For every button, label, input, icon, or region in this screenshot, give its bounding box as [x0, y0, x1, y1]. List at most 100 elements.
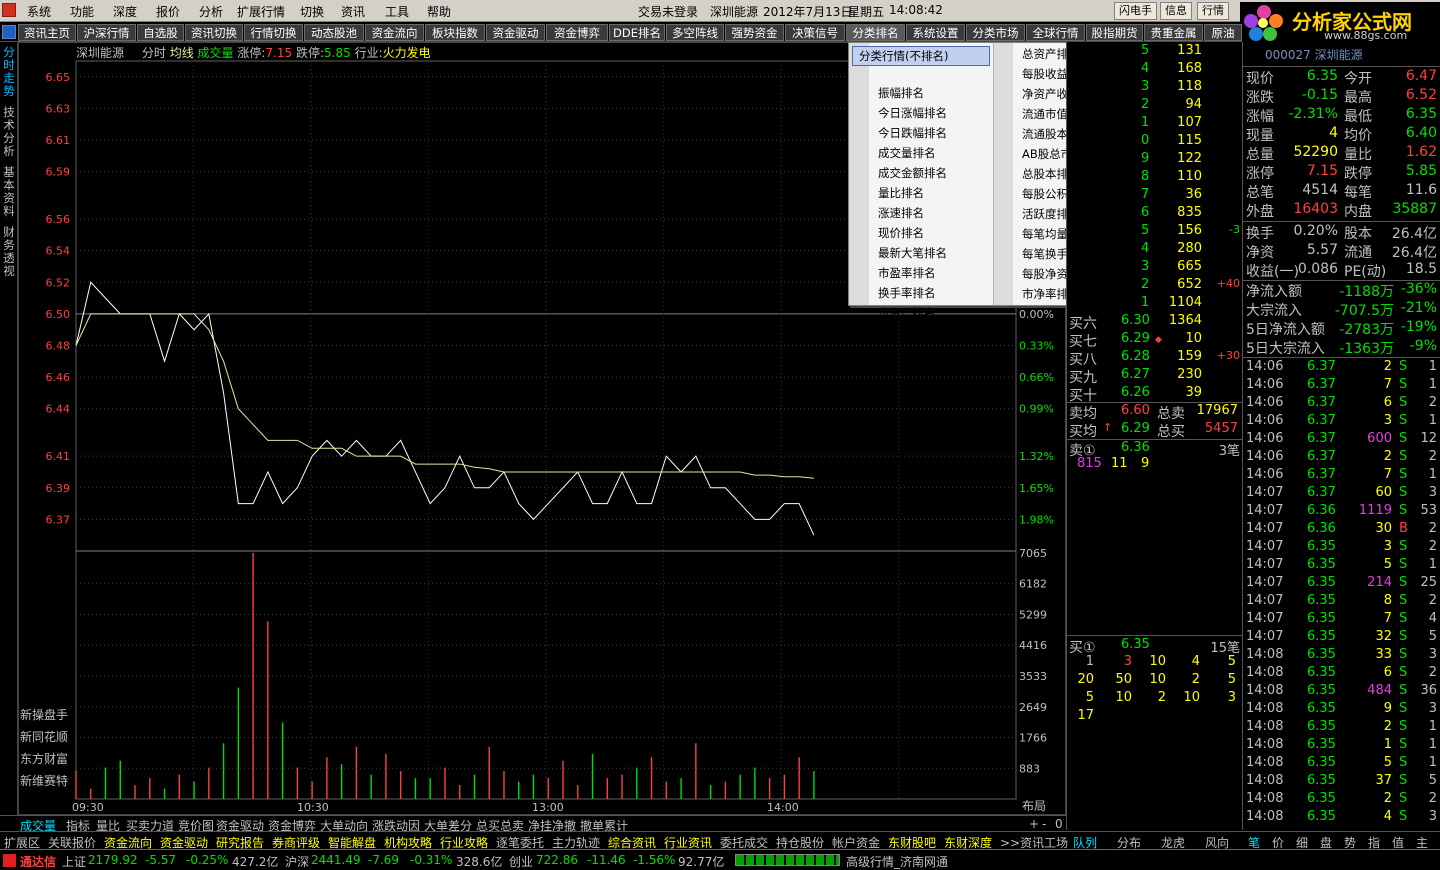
rank-item-left-5[interactable]: 成交金额排名	[878, 165, 947, 181]
login-status[interactable]: 交易未登录	[638, 3, 698, 20]
menu-item-8[interactable]: 工具	[385, 3, 409, 20]
indicator-0[interactable]: 新操盘手	[20, 706, 68, 723]
nav-tab-12[interactable]: 强势资金	[725, 24, 784, 41]
vol-tick-6: 1766	[1019, 732, 1047, 745]
quote-label-l-3: 现量	[1246, 128, 1274, 144]
tick-count-0: 1	[1428, 359, 1437, 374]
nav-tab-7[interactable]: 板块指数	[425, 24, 485, 41]
indicator-1[interactable]: 新同花顺	[20, 728, 68, 745]
rank-item-left-3[interactable]: 今日跌幅排名	[878, 125, 947, 141]
tick-vol-9: 30	[1375, 521, 1392, 536]
quote-label-r-6: 每笔	[1344, 185, 1372, 201]
side-tab-1[interactable]: 技术分析	[1, 106, 17, 158]
nav-tab-0[interactable]: 资讯主页	[18, 24, 76, 41]
nav-tab-3[interactable]: 资讯切换	[185, 24, 243, 41]
rank-item-left-12[interactable]: 净资产排名	[878, 305, 936, 321]
quote-value-r-4: 1.62	[1405, 144, 1437, 160]
nav-tab-20[interactable]: 原油	[1204, 24, 1242, 41]
tick-time-0: 14:06	[1246, 359, 1284, 374]
tick-count-6: 1	[1428, 467, 1437, 482]
nav-tab-17[interactable]: 全球行情	[1026, 24, 1085, 41]
nav-tab-14[interactable]: 分类排名	[846, 24, 905, 41]
quote-label-l-2: 涨幅	[1246, 109, 1274, 125]
app-icon[interactable]	[2, 3, 16, 17]
rank-item-left-11[interactable]: 换手率排名	[878, 285, 936, 301]
vol-tick-3: 4416	[1019, 639, 1047, 652]
menu-item-1[interactable]: 功能	[70, 3, 94, 20]
tick-time-25: 14:08	[1246, 809, 1284, 824]
nav-tab-1[interactable]: 沪深行情	[77, 24, 136, 41]
rank-item-left-9[interactable]: 最新大笔排名	[878, 245, 947, 261]
rank-item-left-7[interactable]: 涨速排名	[878, 205, 924, 221]
nav-tab-8[interactable]: 资金驱动	[486, 24, 545, 41]
menu-item-4[interactable]: 分析	[199, 3, 223, 20]
quote-value-l-4: 52290	[1293, 144, 1338, 160]
layout-button[interactable]: 布局	[1022, 797, 1046, 814]
quote2-label-l-1: 净资	[1246, 245, 1274, 261]
tick-vol-21: 1	[1383, 737, 1392, 752]
sh-index-name[interactable]: 上证	[62, 853, 86, 870]
nav-tab-10[interactable]: DDE排名	[609, 24, 665, 41]
tick-count-18: 36	[1420, 683, 1437, 698]
tick-side-25: S	[1399, 809, 1408, 824]
menu-item-9[interactable]: 帮助	[427, 3, 451, 20]
rank-item-left-4[interactable]: 成交量排名	[878, 145, 936, 161]
menu-item-5[interactable]: 扩展行情	[237, 3, 285, 20]
nav-tab-4[interactable]: 行情切换	[244, 24, 303, 41]
rank-item-left-2[interactable]: 今日涨幅排名	[878, 105, 947, 121]
server-name[interactable]: 高级行情_济南网通	[846, 853, 948, 870]
buy1-queue-0-4: 5	[1227, 654, 1236, 669]
nav-tab-13[interactable]: 决策信号	[785, 24, 845, 41]
tick-time-8: 14:07	[1246, 503, 1284, 518]
nav-tab-15[interactable]: 系统设置	[906, 24, 965, 41]
sell-avg-value: 6.60	[1121, 403, 1150, 418]
tick-count-13: 2	[1428, 593, 1437, 608]
indicator-3[interactable]: 新维赛特	[20, 772, 68, 789]
nav-tab-2[interactable]: 自选股	[137, 24, 184, 41]
side-tab-3[interactable]: 财务透视	[1, 226, 17, 278]
ob-buy-price-2: 6.28	[1121, 349, 1150, 364]
menu-item-2[interactable]: 深度	[113, 3, 137, 20]
menu-item-3[interactable]: 报价	[156, 3, 180, 20]
nav-tab-11[interactable]: 多空阵线	[666, 24, 724, 41]
side-tab-2[interactable]: 基本资料	[1, 166, 17, 218]
tick-side-16: S	[1399, 647, 1408, 662]
rank-item-left-1[interactable]: 振幅排名	[878, 85, 924, 101]
rank-item-left-10[interactable]: 市盈率排名	[878, 265, 936, 281]
menu-item-7[interactable]: 资讯	[341, 3, 365, 20]
nav-left-icon[interactable]	[2, 25, 16, 39]
tick-side-5: S	[1399, 449, 1408, 464]
nav-tab-6[interactable]: 资金流向	[365, 24, 424, 41]
menu-item-0[interactable]: 系统	[27, 3, 51, 20]
tick-time-5: 14:06	[1246, 449, 1284, 464]
tick-price-12: 6.35	[1307, 575, 1336, 590]
rank-item-left-6[interactable]: 量比排名	[878, 185, 924, 201]
indicator-2[interactable]: 东方财富	[20, 750, 68, 767]
tick-count-3: 1	[1428, 413, 1437, 428]
nav-tab-19[interactable]: 贵重金属	[1144, 24, 1203, 41]
tick-side-15: S	[1399, 629, 1408, 644]
buy1-queue-0-3: 4	[1191, 654, 1200, 669]
sub-tab-ctrl-0[interactable]: +	[1029, 817, 1039, 831]
flow-value-3: -1363万	[1339, 341, 1394, 357]
sub-tab-ctrl-1[interactable]: -	[1042, 817, 1046, 831]
ob-top-vol-3: 94	[1185, 97, 1202, 112]
flash-trade-button[interactable]: 闪电手	[1114, 2, 1157, 20]
nav-tab-9[interactable]: 资金博弈	[546, 24, 608, 41]
quote-panel: 000027 深圳能源 现价 6.35 今开 6.47 涨跌 -0.15 最高 6.52 涨幅 -2…	[1242, 42, 1440, 830]
menu-item-6[interactable]: 切换	[300, 3, 324, 20]
quote-button[interactable]: 行情	[1197, 2, 1229, 20]
quote-value-l-5: 7.15	[1306, 163, 1338, 179]
side-tab-0[interactable]: 分时走势	[1, 46, 17, 98]
sub-tab-ctrl-2[interactable]: 0	[1055, 817, 1063, 831]
tick-vol-22: 5	[1383, 755, 1392, 770]
gem-index-name[interactable]: 创业	[509, 853, 533, 870]
buy1-queue-0-1: 3	[1123, 654, 1132, 669]
nav-tab-16[interactable]: 分类市场	[966, 24, 1025, 41]
info-button[interactable]: 信息	[1160, 2, 1192, 20]
nav-tab-18[interactable]: 股指期货	[1086, 24, 1143, 41]
rank-item-left-0[interactable]: 分类行情(不排名)	[852, 46, 990, 66]
hs-index-name[interactable]: 沪深	[285, 853, 309, 870]
nav-tab-5[interactable]: 动态股池	[304, 24, 364, 41]
rank-item-left-8[interactable]: 现价排名	[878, 225, 924, 241]
